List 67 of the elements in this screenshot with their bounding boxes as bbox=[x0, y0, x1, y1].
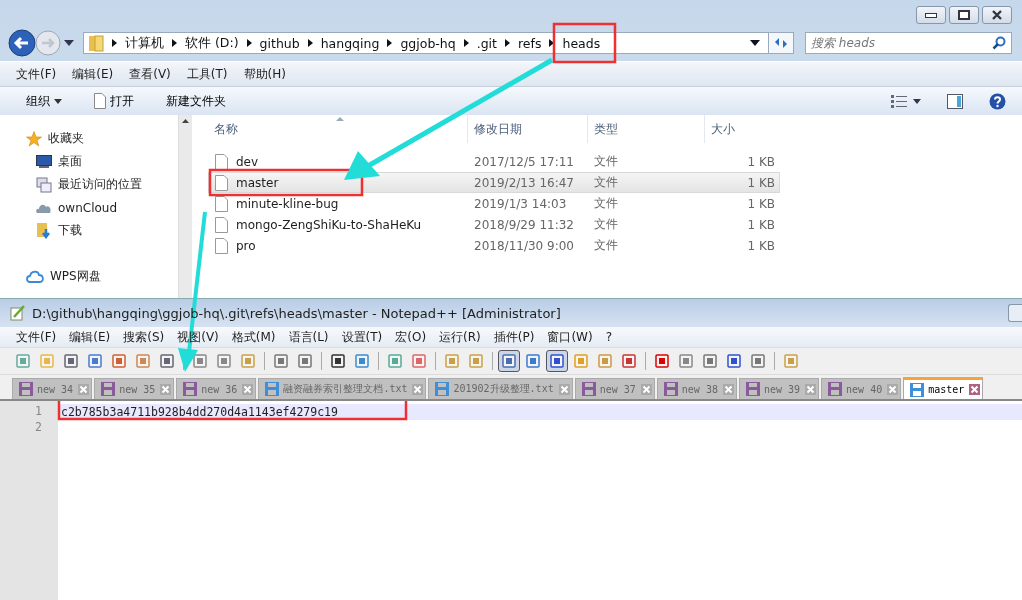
breadcrumb-item[interactable]: heads bbox=[562, 35, 601, 51]
breadcrumb-item[interactable]: hangqing bbox=[320, 35, 380, 51]
menu-item[interactable]: 语言(L) bbox=[288, 328, 329, 346]
file-type: 文件 bbox=[593, 174, 618, 191]
file-name: mongo-ZengShiKu-to-ShaHeKu bbox=[236, 217, 422, 232]
menu-item[interactable]: 设置(T) bbox=[341, 328, 383, 346]
breadcrumb-item[interactable]: 计算机 bbox=[125, 34, 164, 52]
code-line: c2b785b3a4711b928b4dd270d4a1143ef4279c19 bbox=[61, 405, 338, 419]
breadcrumb-item[interactable]: refs bbox=[518, 35, 542, 51]
organize-button[interactable]: 组织 bbox=[20, 90, 68, 112]
file-row[interactable]: master 2019/2/13 16:47 文件 1 KB bbox=[208, 172, 780, 193]
breadcrumb-item[interactable]: github bbox=[259, 35, 300, 51]
menu-item[interactable]: 查看(V) bbox=[129, 65, 171, 83]
breadcrumb-item[interactable]: 软件 (D:) bbox=[185, 34, 239, 52]
modified-date: 2018/9/29 11:32 bbox=[474, 217, 574, 232]
column-header[interactable]: 大小 bbox=[705, 115, 780, 143]
modified-date: 2019/2/13 16:47 bbox=[474, 175, 574, 190]
sidebar-item[interactable]: 下载 bbox=[0, 219, 178, 242]
sidebar-item[interactable]: ownCloud bbox=[0, 196, 178, 219]
menu-item[interactable]: 运行(R) bbox=[439, 328, 481, 346]
menu-item[interactable]: 搜索(S) bbox=[123, 328, 165, 346]
breadcrumb-item[interactable]: .git bbox=[476, 35, 497, 51]
modified-date: 2019/1/3 14:03 bbox=[474, 196, 567, 211]
menu-item[interactable]: 工具(T) bbox=[186, 65, 228, 83]
file-name: dev bbox=[236, 154, 259, 169]
new-folder-button[interactable]: 新建文件夹 bbox=[160, 90, 232, 112]
modified-date: 2018/11/30 9:00 bbox=[474, 238, 574, 253]
menu-item[interactable]: 文件(F) bbox=[16, 328, 57, 346]
file-type: 文件 bbox=[593, 195, 618, 212]
sidebar-item[interactable]: 桌面 bbox=[0, 150, 178, 173]
column-header[interactable]: 类型 bbox=[588, 115, 705, 143]
menu-item[interactable]: 插件(P) bbox=[493, 328, 535, 346]
file-row[interactable]: pro 2018/11/30 9:00 文件 1 KB bbox=[208, 235, 780, 256]
menu-item[interactable]: 宏(O) bbox=[395, 328, 427, 346]
breadcrumb-item[interactable]: ggjob-hq bbox=[400, 35, 456, 51]
open-button[interactable]: 打开 bbox=[88, 90, 140, 112]
menu-item[interactable]: 文件(F) bbox=[16, 65, 57, 83]
file-name: pro bbox=[236, 238, 256, 253]
column-header[interactable]: 修改日期 bbox=[468, 115, 588, 143]
line-number: 1 bbox=[34, 404, 43, 420]
file-name: master bbox=[236, 175, 279, 190]
sidebar-item[interactable]: 最近访问的位置 bbox=[0, 173, 178, 196]
file-row[interactable]: mongo-ZengShiKu-to-ShaHeKu 2018/9/29 11:32 文件 1 KB bbox=[208, 214, 780, 235]
menu-item[interactable]: 格式(M) bbox=[231, 328, 276, 346]
sidebar-item[interactable]: WPS网盘 bbox=[0, 265, 178, 288]
file-size: 1 KB bbox=[747, 238, 775, 253]
file-row[interactable]: minute-kline-bug 2019/1/3 14:03 文件 1 KB bbox=[208, 193, 780, 214]
file-size: 1 KB bbox=[747, 217, 775, 232]
menu-item[interactable]: 编辑(E) bbox=[69, 328, 111, 346]
modified-date: 2017/12/5 17:11 bbox=[474, 154, 574, 169]
file-type: 文件 bbox=[593, 153, 618, 170]
file-size: 1 KB bbox=[747, 154, 775, 169]
search-field[interactable]: 搜索 heads bbox=[805, 32, 1012, 54]
line-number: 2 bbox=[34, 420, 43, 436]
address-bar[interactable]: 计算机 软件 (D:) github hangqing ggjob-hq .git refs heads bbox=[83, 32, 769, 54]
file-size: 1 KB bbox=[747, 196, 775, 211]
file-name: minute-kline-bug bbox=[236, 196, 339, 211]
file-type: 文件 bbox=[593, 216, 618, 233]
menu-item[interactable]: 窗口(W) bbox=[547, 328, 593, 346]
menu-item[interactable]: 编辑(E) bbox=[72, 65, 114, 83]
file-row[interactable]: dev 2017/12/5 17:11 文件 1 KB bbox=[208, 151, 780, 172]
menu-item[interactable]: ? bbox=[605, 330, 612, 344]
menu-item[interactable]: 帮助(H) bbox=[243, 65, 286, 83]
sidebar-item[interactable]: 收藏夹 bbox=[0, 127, 178, 150]
file-size: 1 KB bbox=[747, 175, 775, 190]
file-tab[interactable]: master bbox=[903, 377, 984, 399]
file-type: 文件 bbox=[593, 237, 618, 254]
